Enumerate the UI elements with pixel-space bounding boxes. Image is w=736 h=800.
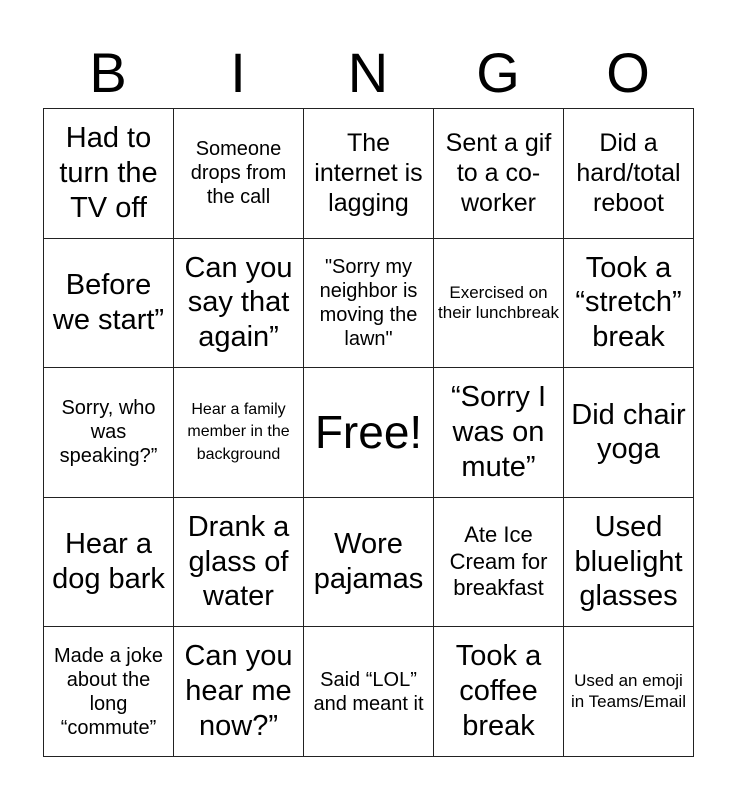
board-row: Made a joke about the long “commute” Can… (43, 626, 694, 757)
bingo-cell[interactable]: Sorry, who was speaking?” (43, 367, 174, 498)
bingo-cell[interactable]: Sent a gif to a co-worker (433, 108, 564, 239)
bingo-cell[interactable]: Ate Ice Cream for breakfast (433, 496, 564, 628)
header-letter-g: G (476, 41, 520, 104)
bingo-cell[interactable]: “Sorry I was on mute” (433, 367, 564, 498)
bingo-cell[interactable]: Exercised on their lunchbreak (433, 237, 564, 369)
header-letter-b: B (89, 41, 127, 104)
bingo-cell[interactable]: Used an emoji in Teams/Email (563, 626, 694, 757)
bingo-cell[interactable]: Did chair yoga (563, 367, 694, 498)
board-row: Had to turn the TV off Someone drops fro… (43, 108, 694, 239)
bingo-cell[interactable]: Someone drops from the call (173, 108, 304, 239)
header-letter-n: N (347, 41, 389, 104)
bingo-header: B I N G O (43, 40, 693, 106)
header-letter-i: I (230, 41, 246, 104)
bingo-cell[interactable]: Can you say that again” (173, 237, 304, 369)
bingo-cell[interactable]: Said “LOL” and meant it (303, 626, 434, 757)
board-row: Sorry, who was speaking?” Hear a family … (43, 367, 694, 498)
bingo-cell[interactable]: Wore pajamas (303, 496, 434, 628)
bingo-cell[interactable]: "Sorry my neighbor is moving the lawn" (303, 237, 434, 369)
header-letter-o: O (606, 41, 650, 104)
bingo-cell[interactable]: Took a coffee break (433, 626, 564, 757)
bingo-cell[interactable]: Hear a family member in the background (173, 367, 304, 498)
board-row: Before we start” Can you say that again”… (43, 237, 694, 369)
board-row: Hear a dog bark Drank a glass of water W… (43, 496, 694, 628)
bingo-cell[interactable]: Had to turn the TV off (43, 108, 174, 239)
bingo-cell[interactable]: Can you hear me now?” (173, 626, 304, 757)
bingo-cell[interactable]: The internet is lagging (303, 108, 434, 239)
bingo-cell[interactable]: Hear a dog bark (43, 496, 174, 628)
bingo-board: Had to turn the TV off Someone drops fro… (43, 108, 694, 757)
bingo-cell[interactable]: Drank a glass of water (173, 496, 304, 628)
bingo-cell[interactable]: Used bluelight glasses (563, 496, 694, 628)
bingo-cell[interactable]: Did a hard/total reboot (563, 108, 694, 239)
bingo-cell[interactable]: Took a “stretch” break (563, 237, 694, 369)
bingo-cell[interactable]: Before we start” (43, 237, 174, 369)
bingo-cell[interactable]: Made a joke about the long “commute” (43, 626, 174, 757)
free-space-cell[interactable]: Free! (303, 367, 434, 498)
